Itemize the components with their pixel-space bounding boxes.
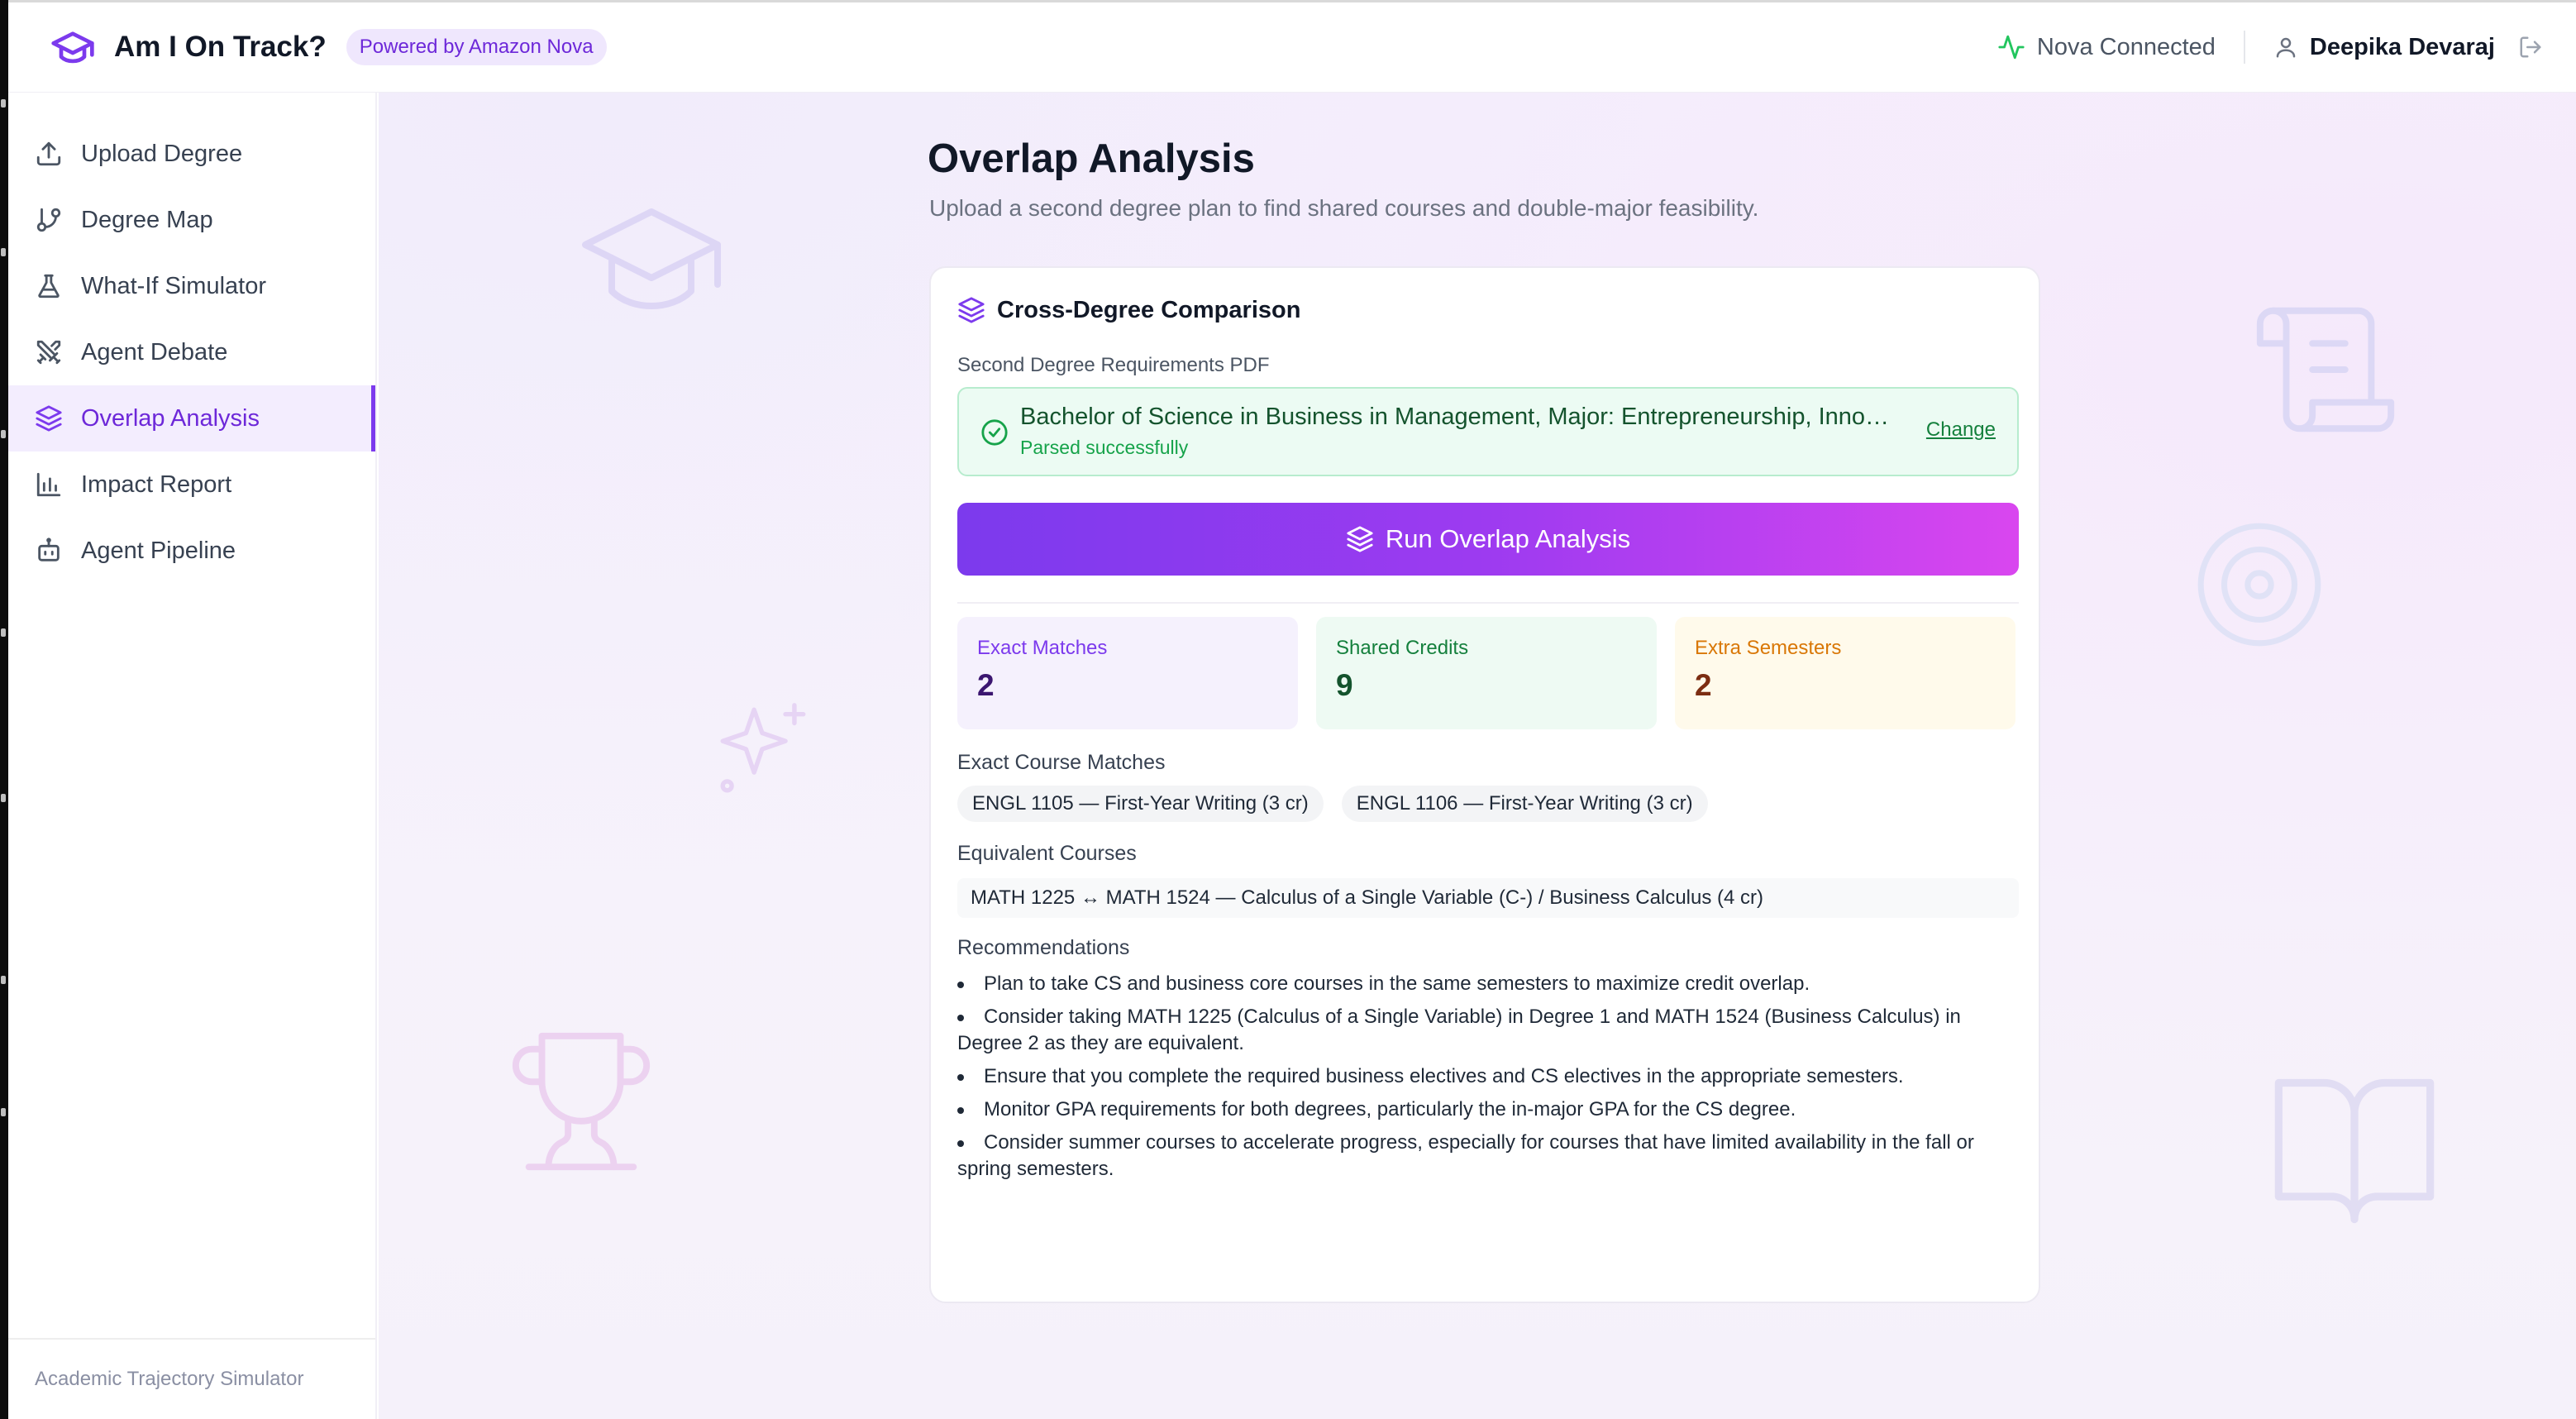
stat-extra-semesters: Extra Semesters 2 — [1675, 617, 2015, 729]
sidebar-item-upload-degree[interactable]: Upload Degree — [8, 121, 375, 187]
sidebar-item-label: Overlap Analysis — [81, 404, 260, 432]
stat-shared-credits: Shared Credits 9 — [1316, 617, 1657, 729]
recommendation-item: Ensure that you complete the required bu… — [957, 1063, 2019, 1090]
brand[interactable]: Am I On Track? Powered by Amazon Nova — [48, 22, 607, 72]
top-header: Am I On Track? Powered by Amazon Nova No… — [8, 0, 2576, 93]
sidebar: Upload Degree Degree Map What-If Simulat… — [8, 93, 377, 1419]
user-menu[interactable]: Deepika Devaraj — [2273, 34, 2495, 61]
graduation-cap-icon — [48, 22, 98, 72]
sidebar-item-agent-pipeline[interactable]: Agent Pipeline — [8, 518, 375, 584]
recommendation-item: Plan to take CS and business core course… — [957, 971, 2019, 997]
course-chip: ENGL 1105 — First-Year Writing (3 cr) — [957, 786, 1324, 822]
run-overlap-analysis-button[interactable]: Run Overlap Analysis — [957, 503, 2019, 576]
swords-icon — [33, 337, 64, 368]
recommendations-list: Plan to take CS and business core course… — [957, 971, 2019, 1189]
stat-value: 2 — [977, 668, 995, 702]
bot-icon — [33, 535, 64, 566]
exact-matches-list: ENGL 1105 — First-Year Writing (3 cr) EN… — [957, 786, 1726, 822]
book-decoration-icon — [2274, 1078, 2435, 1224]
target-decoration-icon — [2197, 523, 2321, 647]
logout-icon[interactable] — [2518, 35, 2543, 60]
stat-label: Extra Semesters — [1695, 637, 1842, 659]
graduation-cap-decoration-icon — [582, 208, 721, 309]
uploaded-file-box: Bachelor of Science in Business in Manag… — [957, 387, 2019, 476]
file-name: Bachelor of Science in Business in Manag… — [1020, 404, 1896, 430]
background-window-edge — [0, 0, 8, 1419]
sidebar-item-label: Upload Degree — [81, 140, 243, 167]
stat-value: 2 — [1695, 668, 1712, 702]
layers-icon — [33, 403, 64, 434]
sidebar-item-what-if-simulator[interactable]: What-If Simulator — [8, 253, 375, 319]
pdf-field-label: Second Degree Requirements PDF — [957, 354, 1270, 376]
sidebar-item-label: What-If Simulator — [81, 272, 266, 299]
file-status: Parsed successfully — [1020, 437, 1189, 458]
run-button-label: Run Overlap Analysis — [1385, 524, 1631, 553]
layers-icon — [1346, 525, 1374, 553]
sidebar-item-label: Agent Debate — [81, 338, 228, 366]
sidebar-footer: Academic Trajectory Simulator — [8, 1338, 375, 1419]
recommendation-item: Consider taking MATH 1225 (Calculus of a… — [957, 1004, 2019, 1057]
stat-value: 9 — [1336, 668, 1353, 702]
stat-label: Exact Matches — [977, 637, 1108, 659]
divider — [957, 602, 2019, 604]
sidebar-item-label: Degree Map — [81, 206, 213, 233]
flask-icon — [33, 270, 64, 302]
sparkle-decoration-icon — [720, 703, 806, 793]
header-divider — [2243, 31, 2245, 64]
recommendation-item: Consider summer courses to accelerate pr… — [957, 1130, 2019, 1182]
trophy-decoration-icon — [512, 1032, 651, 1171]
page-subtitle: Upload a second degree plan to find shar… — [929, 195, 1759, 221]
powered-by-badge: Powered by Amazon Nova — [346, 29, 607, 65]
sidebar-item-impact-report[interactable]: Impact Report — [8, 452, 375, 518]
recommendation-item: Monitor GPA requirements for both degree… — [957, 1096, 2019, 1123]
stat-label: Shared Credits — [1336, 637, 1469, 659]
activity-icon — [1997, 33, 2025, 61]
user-icon — [2273, 35, 2298, 60]
nova-status: Nova Connected — [1997, 33, 2216, 61]
sidebar-item-label: Agent Pipeline — [81, 537, 236, 564]
main-content: Overlap Analysis Upload a second degree … — [379, 93, 2576, 1419]
equivalent-course-row: MATH 1225 ↔ MATH 1524 — Calculus of a Si… — [957, 878, 2019, 918]
exact-matches-heading: Exact Course Matches — [957, 751, 1166, 774]
card-header: Cross-Degree Comparison — [957, 296, 1300, 324]
cross-degree-card: Cross-Degree Comparison Second Degree Re… — [929, 266, 2040, 1303]
stat-exact-matches: Exact Matches 2 — [957, 617, 1298, 729]
course-chip: ENGL 1106 — First-Year Writing (3 cr) — [1341, 786, 1708, 822]
scroll-decoration-icon — [2256, 307, 2395, 432]
sidebar-item-overlap-analysis[interactable]: Overlap Analysis — [8, 385, 375, 452]
user-name: Deepika Devaraj — [2309, 33, 2495, 60]
sidebar-item-agent-debate[interactable]: Agent Debate — [8, 319, 375, 385]
card-title: Cross-Degree Comparison — [997, 296, 1301, 323]
app-title: Am I On Track? — [114, 31, 327, 63]
app-window: Am I On Track? Powered by Amazon Nova No… — [8, 0, 2576, 1419]
page-title: Overlap Analysis — [928, 136, 1255, 181]
check-circle-icon — [980, 418, 1009, 451]
sidebar-item-label: Impact Report — [81, 471, 232, 498]
change-file-link[interactable]: Change — [1926, 418, 1996, 442]
git-branch-icon — [33, 204, 64, 236]
layers-icon — [957, 296, 985, 324]
bar-chart-icon — [33, 469, 64, 500]
upload-icon — [33, 138, 64, 170]
equivalent-courses-heading: Equivalent Courses — [957, 842, 1137, 865]
nova-status-text: Nova Connected — [2036, 33, 2216, 60]
recommendations-heading: Recommendations — [957, 936, 1130, 959]
sidebar-item-degree-map[interactable]: Degree Map — [8, 187, 375, 253]
